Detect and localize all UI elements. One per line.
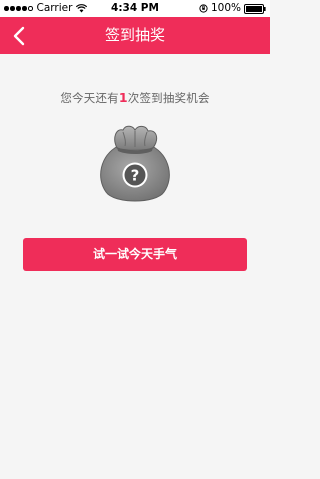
chance-count: 1 [118, 90, 128, 105]
chance-prefix: 您今天还有 [60, 91, 119, 105]
screen: Carrier 4:34 PM 100% 签到抽奖 您今天还有1次签到抽奖机会 … [0, 0, 270, 479]
svg-text:?: ? [131, 167, 140, 185]
rotation-lock-icon [199, 4, 208, 13]
nav-bar: 签到抽奖 [0, 17, 270, 54]
page-title: 签到抽奖 [104, 26, 165, 44]
battery-label: 100% [210, 2, 241, 14]
chance-message: 您今天还有1次签到抽奖机会 [0, 90, 270, 106]
battery-icon [244, 3, 266, 14]
chance-suffix: 次签到抽奖机会 [127, 91, 210, 105]
status-right: 100% [199, 0, 266, 17]
status-bar: Carrier 4:34 PM 100% [0, 0, 270, 17]
mystery-bag-question-icon: ? [90, 120, 180, 210]
try-luck-button[interactable]: 试一试今天手气 [23, 238, 247, 271]
